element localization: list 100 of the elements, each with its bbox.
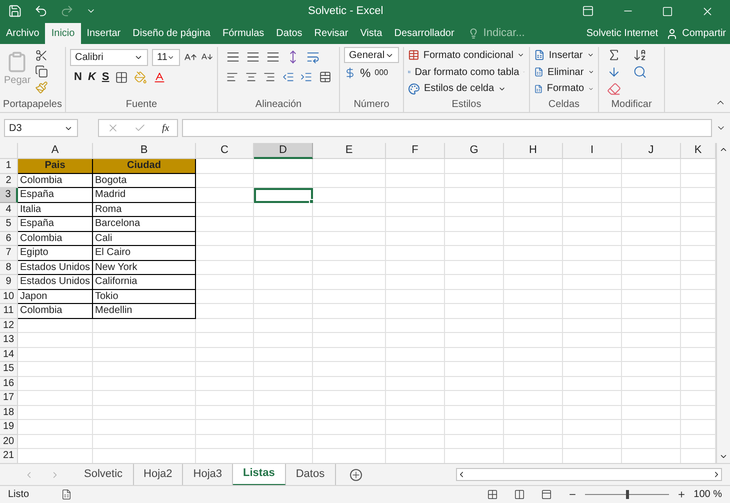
maximize-icon[interactable] (662, 6, 673, 16)
share-button[interactable]: Compartir (662, 23, 730, 44)
account-name[interactable]: Solvetic Internet (582, 23, 662, 44)
formula-field[interactable] (182, 119, 712, 137)
row-header[interactable]: 17 (0, 391, 18, 406)
cells-button[interactable]: Formato (534, 80, 594, 98)
merge-icon[interactable] (318, 70, 331, 84)
bold-button[interactable]: N (74, 68, 82, 86)
row-header[interactable]: 19 (0, 420, 18, 434)
font-color-icon[interactable] (153, 70, 166, 84)
column-header[interactable]: D (254, 143, 313, 159)
fill-handle[interactable] (309, 198, 314, 204)
ribbon-tab[interactable]: Revisar (308, 23, 354, 44)
row-header[interactable]: 5 (0, 217, 18, 232)
column-header[interactable]: I (563, 143, 622, 159)
save-icon[interactable] (8, 4, 22, 18)
align-bottom-icon[interactable] (266, 50, 280, 64)
thousands-button[interactable]: 000 (374, 66, 388, 78)
wrap-text-icon[interactable] (306, 50, 320, 64)
row-header[interactable]: 1 (0, 159, 18, 174)
column-header[interactable]: C (196, 143, 254, 159)
number-format-field[interactable]: General (344, 47, 399, 63)
row-header[interactable]: 9 (0, 275, 18, 290)
column-header[interactable]: E (313, 143, 386, 159)
column-header[interactable]: B (93, 143, 196, 159)
row-header[interactable]: 13 (0, 333, 18, 348)
italic-button[interactable]: K (88, 68, 96, 86)
align-top-icon[interactable] (226, 50, 240, 64)
page-break-icon[interactable] (540, 489, 552, 500)
align-middle-icon[interactable] (246, 50, 260, 64)
add-sheet-icon[interactable] (350, 468, 362, 480)
row-header[interactable]: 7 (0, 246, 18, 260)
styles-button[interactable]: Formato condicional (408, 47, 525, 64)
eraser-icon[interactable] (607, 82, 621, 96)
sheet-tab[interactable]: Listas (233, 464, 286, 486)
cells-button[interactable]: Eliminar (534, 64, 594, 80)
row-header[interactable]: 14 (0, 348, 18, 362)
ribbon-tab[interactable]: Vista (354, 23, 388, 44)
scroll-up-icon[interactable] (719, 145, 728, 154)
row-header[interactable]: 12 (0, 318, 18, 333)
sum-icon[interactable] (607, 48, 621, 62)
row-header[interactable]: 4 (0, 202, 18, 217)
insert-function-button[interactable]: fx (162, 120, 170, 136)
column-header[interactable]: A (18, 143, 93, 159)
column-header[interactable]: K (681, 143, 716, 159)
grid-cell (445, 318, 504, 333)
zoom-percent[interactable]: 100 % (694, 487, 722, 502)
cells-button[interactable]: Insertar (534, 47, 594, 64)
styles-button[interactable]: Estilos de celda (408, 80, 525, 98)
ribbon-tab[interactable]: Inicio (45, 23, 81, 44)
underline-button[interactable]: S (102, 68, 110, 86)
name-box[interactable]: D3 (4, 119, 78, 137)
row-header[interactable]: 21 (0, 449, 18, 463)
sort-icon[interactable] (633, 48, 647, 62)
align-right-icon[interactable] (263, 70, 276, 84)
row-header[interactable]: 8 (0, 260, 18, 275)
search-icon[interactable] (633, 65, 647, 79)
row-header[interactable]: 3 (0, 188, 18, 202)
font-name-field[interactable]: Calibri (70, 48, 148, 66)
horizontal-scrollbar[interactable] (456, 468, 722, 481)
scroll-down-icon[interactable] (719, 452, 728, 461)
ribbon-tab[interactable]: Diseño de página (126, 23, 216, 44)
ribbon-tab[interactable]: Desarrollador (388, 23, 460, 44)
ribbon-options-icon[interactable] (582, 5, 594, 17)
fill-color-icon[interactable] (134, 70, 148, 84)
cut-icon[interactable] (34, 49, 48, 62)
column-header[interactable]: J (622, 143, 681, 159)
column-header[interactable]: H (504, 143, 563, 159)
row-header[interactable]: 6 (0, 232, 18, 246)
page-layout-icon[interactable] (514, 489, 525, 500)
vertical-scrollbar[interactable] (716, 143, 730, 463)
percent-button[interactable]: % (360, 64, 371, 82)
ribbon-tab[interactable]: Insertar (80, 23, 127, 44)
row-header[interactable]: 10 (0, 290, 18, 304)
row-header[interactable]: 20 (0, 434, 18, 449)
ribbon-tab[interactable]: Datos (270, 23, 308, 44)
row-header[interactable]: 2 (0, 174, 18, 188)
currency-icon[interactable] (344, 66, 356, 78)
row-header[interactable]: 15 (0, 362, 18, 376)
zoom-in-icon[interactable] (676, 490, 686, 499)
column-header[interactable]: F (386, 143, 445, 159)
column-header[interactable]: G (445, 143, 504, 159)
row-header[interactable]: 11 (0, 304, 18, 318)
borders-icon[interactable] (115, 70, 128, 84)
align-left-icon[interactable] (226, 70, 238, 84)
zoom-thumb[interactable] (626, 490, 629, 499)
increase-indent-icon[interactable] (300, 70, 312, 84)
row-header[interactable]: 18 (0, 406, 18, 420)
styles-button[interactable]: Dar formato como tabla (408, 64, 525, 80)
copy-icon[interactable] (34, 65, 48, 78)
align-center-icon[interactable] (244, 70, 257, 84)
row-header[interactable]: 16 (0, 376, 18, 391)
normal-view-icon[interactable] (486, 489, 498, 500)
fill-icon[interactable] (607, 65, 621, 79)
macro-record-icon[interactable] (61, 489, 72, 500)
undo-icon[interactable] (34, 4, 48, 18)
font-size-field[interactable]: 11 (152, 48, 180, 66)
decrease-indent-icon[interactable] (282, 70, 294, 84)
ribbon-tab[interactable]: Archivo (0, 23, 46, 44)
ribbon-tab[interactable]: Fórmulas (216, 23, 270, 44)
